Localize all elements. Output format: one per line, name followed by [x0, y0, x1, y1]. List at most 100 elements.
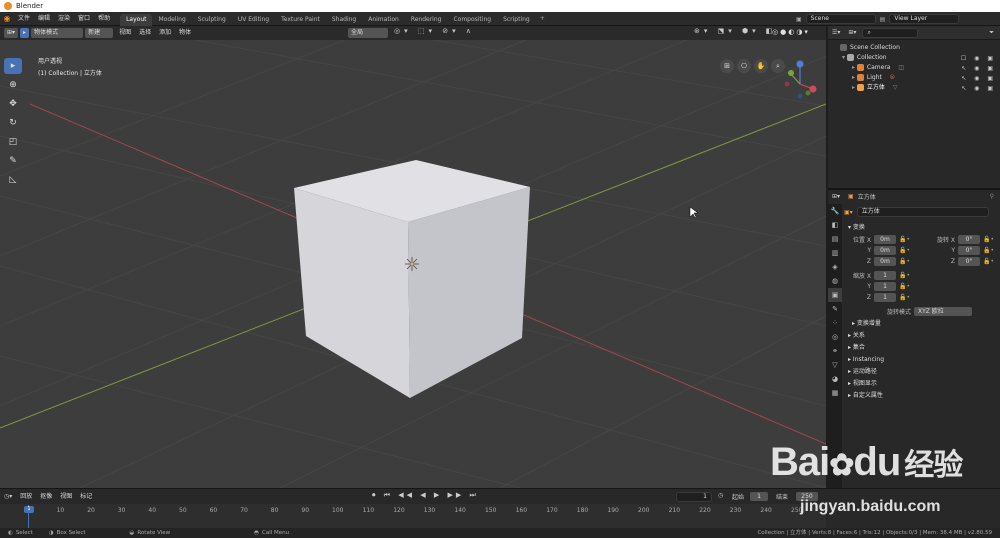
scale-y-field[interactable]: 1 — [874, 282, 896, 291]
location-x-field[interactable]: 0m — [874, 235, 896, 244]
tool-shelf: ▸ ⊕ ✥ ↻ ◰ ✎ ◺ — [4, 58, 24, 191]
data-tab-icon[interactable]: ▽ — [828, 358, 842, 372]
property-section-header[interactable]: ▸ 关系 — [844, 330, 998, 342]
timeline-type-icon[interactable]: ◷▾ — [4, 493, 12, 500]
outliner-item-light[interactable]: ▸ Light ⦾ ↖ ◉ ▣ — [828, 73, 1000, 83]
select-tool-icon[interactable]: ▸ — [4, 58, 22, 74]
timeline-menu-item[interactable]: 抠像 — [36, 490, 56, 504]
workspace-tab[interactable]: Layout — [120, 13, 153, 26]
workspace-tab[interactable]: Animation — [362, 14, 405, 26]
rotation-y-field[interactable]: 0° — [958, 246, 980, 255]
zoom-region-icon[interactable]: ⊞ — [720, 59, 734, 73]
workspace-tab[interactable]: Rendering — [405, 14, 448, 26]
workspace-tab[interactable]: Compositing — [447, 14, 497, 26]
timeline-menu-item[interactable]: 视图 — [56, 490, 76, 504]
scene-icon[interactable]: ▣ — [796, 16, 802, 23]
playback-controls[interactable]: ⏺ ⏮ ◀◀ ◀ ▶ ▶▶ ⏭ — [372, 491, 479, 500]
outliner-header: ☰▾ ⊞▾ ⌕ ⏷ — [828, 26, 1000, 40]
orientation-dropdown[interactable]: 全局 — [348, 28, 388, 38]
object-name-field[interactable]: 立方体 — [856, 207, 989, 217]
property-section-header[interactable]: ▸ Instancing — [844, 354, 998, 366]
property-section-header[interactable]: ▸ 运动路径 — [844, 366, 998, 378]
property-section-header[interactable]: ▸ 集合 — [844, 342, 998, 354]
cube-visibility-icons[interactable]: ↖ ◉ ▣ — [961, 84, 996, 94]
workspace-tab[interactable]: Texture Paint — [275, 14, 326, 26]
object-tab-icon[interactable]: ▣ — [828, 288, 842, 302]
rotate-tool-icon[interactable]: ↻ — [4, 115, 22, 131]
zoom-icon[interactable]: ⌕ — [771, 59, 785, 73]
timeline-menu-item[interactable]: 回放 — [16, 490, 36, 504]
render-tab-icon[interactable]: ◧ — [828, 218, 842, 232]
filter-icon[interactable]: ⊞▾ — [848, 29, 856, 36]
workspace-tab[interactable]: Shading — [326, 14, 362, 26]
scene-field[interactable]: Scene — [805, 14, 876, 24]
collection-row[interactable]: ▾ Collection ☐ ◉ ▣ — [828, 53, 1000, 63]
menu-item[interactable]: 窗口 — [74, 12, 94, 26]
rotation-z-field[interactable]: 0° — [958, 257, 980, 266]
viewport-menu-item[interactable]: 添加 — [155, 26, 175, 40]
constraints-tab-icon[interactable]: ⚭ — [828, 344, 842, 358]
3d-viewport[interactable]: ⊞▾ ▸ 物体模式 新建 视图 选择 添加 物体 全局 ◎▾ ⬚▾ ⊘▾ ∧ ⊛▾ ⬔… — [0, 26, 826, 488]
menu-item[interactable]: 编辑 — [34, 12, 54, 26]
physics-tab-icon[interactable]: ◎ — [828, 330, 842, 344]
outliner-item-cube[interactable]: ▸ 立方体 ▽ ↖ ◉ ▣ — [828, 83, 1000, 93]
collection-icon — [846, 54, 854, 61]
shading-buttons[interactable]: ◎●◐◑▾ — [772, 28, 810, 36]
world-tab-icon[interactable]: ◍ — [828, 274, 842, 288]
viewport-menu-item[interactable]: 选择 — [135, 26, 155, 40]
workspace-tab[interactable]: Scripting — [497, 14, 536, 26]
workspace-tab[interactable]: Sculpting — [192, 14, 232, 26]
annotate-tool-icon[interactable]: ✎ — [4, 153, 22, 169]
new-button[interactable]: 新建 — [85, 28, 114, 38]
outliner-search-input[interactable]: ⌕ — [862, 27, 919, 38]
camera-view-icon[interactable]: ⎔ — [737, 59, 751, 73]
outliner-type-icon[interactable]: ☰▾ — [832, 29, 840, 36]
view-layer-field[interactable]: View Layer — [889, 14, 960, 24]
snap-tools[interactable]: ◎▾ ⬚▾ ⊘▾ ∧ — [394, 27, 475, 35]
view-layer-icon[interactable]: ▤ — [880, 16, 886, 23]
property-section-header[interactable]: ▸ 视图显示 — [844, 378, 998, 390]
scale-x-field[interactable]: 1 — [874, 271, 896, 280]
texture-tab-icon[interactable]: ▦ — [828, 386, 842, 400]
pin-icon[interactable]: ⚲ — [990, 193, 994, 200]
scene-collection-row[interactable]: Scene Collection — [828, 43, 1000, 53]
rotation-mode-dropdown[interactable]: XYZ 欧拉 — [914, 307, 972, 316]
measure-tool-icon[interactable]: ◺ — [4, 172, 22, 188]
view-layer-tab-icon[interactable]: ▥ — [828, 246, 842, 260]
tool-tab-icon[interactable]: 🔧 — [828, 204, 842, 218]
add-workspace-icon[interactable]: + — [540, 15, 545, 22]
viewport-menu-item[interactable]: 视图 — [115, 26, 135, 40]
scale-tool-icon[interactable]: ◰ — [4, 134, 22, 150]
scale-z-field[interactable]: 1 — [874, 293, 896, 302]
filter-funnel-icon[interactable]: ⏷ — [989, 29, 994, 37]
rotation-x-field[interactable]: 0° — [958, 235, 980, 244]
properties-type-icon[interactable]: ⊞▾ — [832, 193, 840, 200]
workspace-tab[interactable]: UV Editing — [232, 14, 275, 26]
delta-transform-panel[interactable]: ▸ 变换增量 — [844, 318, 998, 330]
material-tab-icon[interactable]: ◕ — [828, 372, 842, 386]
blender-menu-icon[interactable]: ◉ — [0, 14, 14, 23]
transform-panel-header[interactable]: ▾ 变换 — [844, 222, 998, 234]
section-label: 视图显示 — [852, 380, 877, 387]
menu-item[interactable]: 文件 — [14, 12, 34, 26]
menu-item[interactable]: 帮助 — [94, 12, 114, 26]
cursor-tool-icon[interactable]: ⊕ — [4, 77, 22, 93]
output-tab-icon[interactable]: ▤ — [828, 232, 842, 246]
scene-tab-icon[interactable]: ◈ — [828, 260, 842, 274]
particles-tab-icon[interactable]: ⁘ — [828, 316, 842, 330]
mode-dropdown[interactable]: 物体模式 — [31, 28, 84, 38]
workspace-tab[interactable]: Modeling — [152, 14, 191, 26]
menu-item[interactable]: 渲染 — [54, 12, 74, 26]
overlay-tools[interactable]: ⊛▾ ⬔▾ ⬢▾ ◧ — [694, 27, 776, 35]
pan-hand-icon[interactable]: ✋ — [754, 59, 768, 73]
editor-type-button[interactable]: ⊞▾ — [4, 28, 19, 38]
select-mode-button[interactable]: ▸ — [20, 28, 30, 38]
modifier-tab-icon[interactable]: ✎ — [828, 302, 842, 316]
viewport-menu-item[interactable]: 物体 — [175, 26, 195, 40]
location-y-field[interactable]: 0m — [874, 246, 896, 255]
location-z-field[interactable]: 0m — [874, 257, 896, 266]
outliner-item-camera[interactable]: ▸ Camera ◫ ↖ ◉ ▣ — [828, 63, 1000, 73]
timeline-menu-item[interactable]: 标记 — [76, 490, 96, 504]
move-tool-icon[interactable]: ✥ — [4, 96, 22, 112]
property-section-header[interactable]: ▸ 自定义属性 — [844, 390, 998, 402]
